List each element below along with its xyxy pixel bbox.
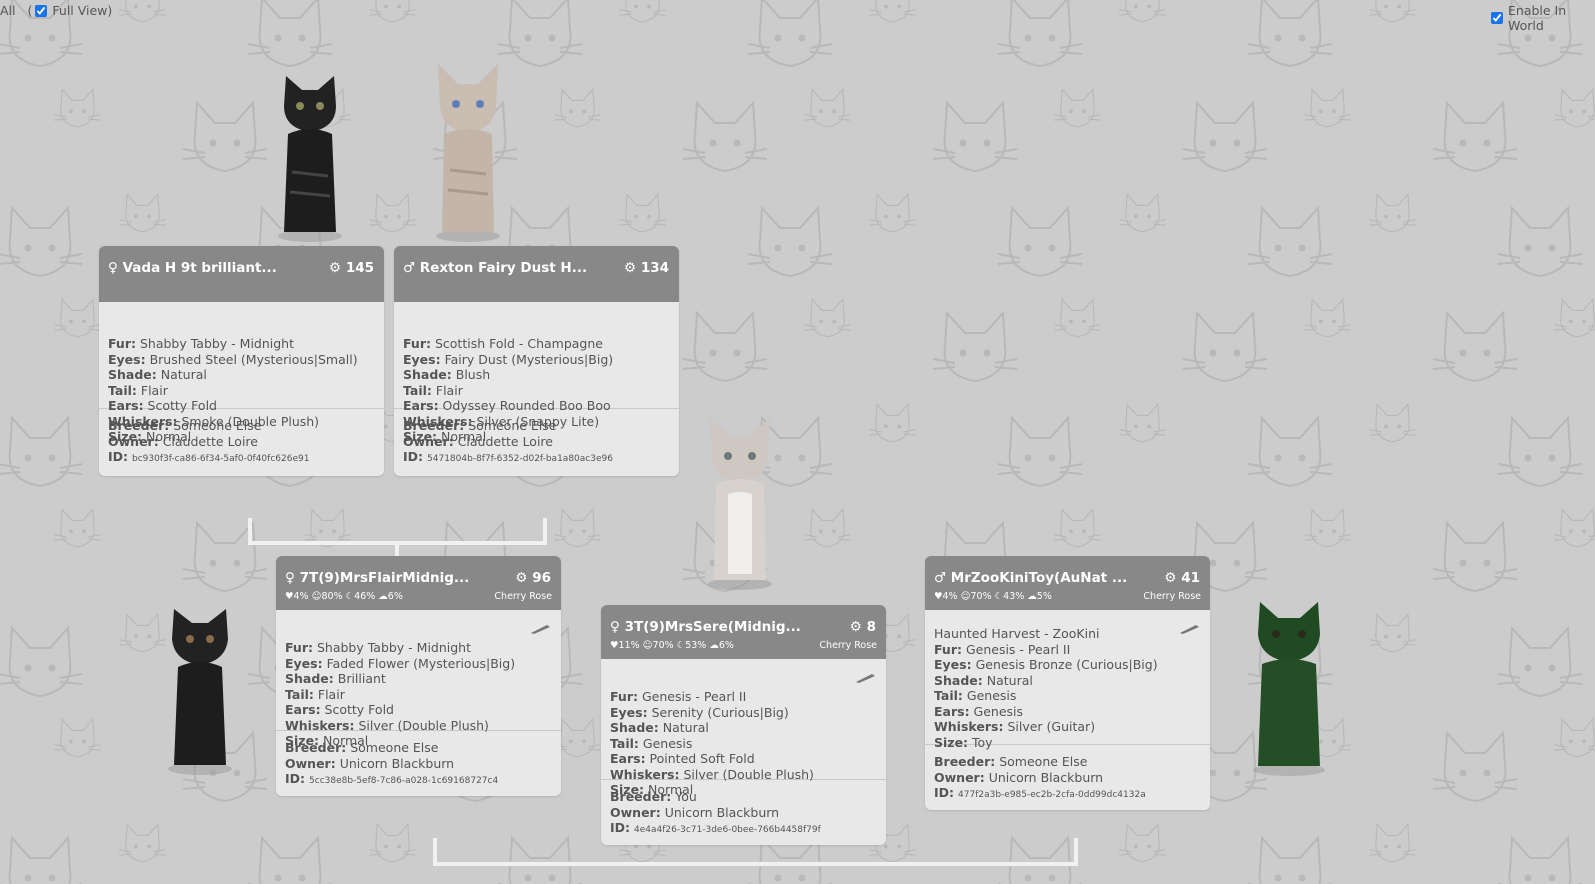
cat-name: ♀ 7T(9)MrsFlairMidnig...	[285, 570, 470, 586]
trait-size: Size: Toy	[934, 734, 993, 750]
show-all-label: All	[0, 3, 16, 18]
generation-count: ⚙ 145	[329, 260, 374, 276]
open-paren: (	[27, 3, 33, 18]
trait-ears: Ears: Scotty Fold	[108, 398, 217, 413]
trait-fur: Fur: Genesis - Pearl II	[610, 689, 747, 704]
trait-tail: Tail: Flair	[285, 686, 345, 702]
cat-traits: Haunted Harvest - ZooKini Fur: Genesis - …	[925, 610, 1210, 750]
full-view-checkbox[interactable]	[35, 4, 48, 17]
cat-id: ID: 4e4a4f26-3c71-3de6-0bee-766b4458f79f	[610, 820, 821, 835]
edit-pencil-icon[interactable]	[529, 624, 551, 634]
trait-whiskers: Whiskers: Smoke (Double Plush)	[108, 413, 320, 429]
cat-avatar-pearl[interactable]	[700, 414, 780, 592]
trait-size: Size: Normal	[108, 429, 192, 444]
generation-count: ⚙ 8	[849, 619, 876, 635]
trait-ears: Ears: Scotty Fold	[285, 702, 394, 717]
cat-id: ID: bc930f3f-ca86-6f34-5af0-0f40fc626e91	[108, 449, 310, 464]
trait-shade: Shade: Natural	[934, 672, 1033, 688]
trait-eyes: Eyes: Fairy Dust (Mysterious|Big)	[403, 351, 614, 367]
edit-pencil-icon[interactable]	[1178, 624, 1200, 634]
generation-count: ⚙ 41	[1164, 570, 1200, 586]
trait-shade: Shade: Natural	[610, 720, 709, 735]
cat-name: ♀ Vada H 9t brilliant...	[108, 260, 277, 276]
cat-traits: Fur: Scottish Fold - Champagne Eyes: Fair…	[394, 302, 679, 444]
cat-name: ♂ Rexton Fairy Dust H...	[403, 260, 588, 276]
cat-traits: Fur: Shabby Tabby - Midnight Eyes: Faded …	[276, 610, 561, 748]
cat-id: ID: 5cc38e8b-5ef8-7c86-a028-1c69168727c4	[285, 771, 499, 786]
cat-card[interactable]: ♀ Vada H 9t brilliant... ⚙ 145 Fur: Shabb…	[99, 246, 384, 476]
cat-card[interactable]: ♂ MrZooKiniToy(AuNat ... ⚙ 41 ♥4% ☺70% ☾4…	[925, 556, 1210, 810]
trait-eyes: Eyes: Faded Flower (Mysterious|Big)	[285, 655, 516, 671]
trait-whiskers: Whiskers: Silver (Double Plush)	[285, 717, 489, 733]
trait-fur: Fur: Shabby Tabby - Midnight	[108, 336, 295, 351]
farm-name: Cherry Rose	[819, 640, 877, 651]
trait-whiskers: Whiskers: Silver (Snappy Lite)	[403, 413, 600, 429]
trait-size: Size: Normal	[610, 782, 694, 797]
tree-connector	[433, 862, 1078, 866]
cat-traits: Fur: Shabby Tabby - Midnight Eyes: Brushe…	[99, 302, 384, 444]
farm-name: Cherry Rose	[494, 591, 552, 602]
cat-card-header[interactable]: ♀ 3T(9)MrsSere(Midnig... ⚙ 8 ♥11% ☺70% ☾5…	[601, 605, 886, 659]
trait-tail: Tail: Flair	[403, 382, 463, 398]
trait-ears: Ears: Pointed Soft Fold	[610, 751, 755, 766]
cat-ownership: Breeder: Someone Else Owner: Unicorn Bla…	[925, 744, 1210, 810]
tree-connector	[1074, 838, 1078, 864]
cat-card-header[interactable]: ♂ MrZooKiniToy(AuNat ... ⚙ 41 ♥4% ☺70% ☾4…	[925, 556, 1210, 610]
trait-eyes: Eyes: Serenity (Curious|Big)	[610, 704, 789, 720]
cat-card[interactable]: ♀ 3T(9)MrsSere(Midnig... ⚙ 8 ♥11% ☺70% ☾5…	[601, 605, 886, 845]
cat-card-header[interactable]: ♀ 7T(9)MrsFlairMidnig... ⚙ 96 ♥4% ☺80% ☾4…	[276, 556, 561, 610]
cat-card[interactable]: ♂ Rexton Fairy Dust H... ⚙ 134 Fur: Scott…	[394, 246, 679, 476]
cat-card-header[interactable]: ♂ Rexton Fairy Dust H... ⚙ 134	[394, 246, 679, 302]
trait-shade: Shade: Brilliant	[285, 671, 386, 686]
edit-pencil-icon[interactable]	[854, 673, 876, 683]
trait-fur: Fur: Shabby Tabby - Midnight	[285, 640, 472, 655]
cat-stats: ♥11% ☺70% ☾53% ☁6%	[610, 640, 734, 651]
cat-collection: Haunted Harvest - ZooKini	[934, 626, 1100, 641]
trait-fur: Fur: Genesis - Pearl II	[934, 641, 1071, 657]
cat-avatar-champagne[interactable]	[428, 60, 508, 244]
cat-id: ID: 5471804b-8f7f-6352-d02f-ba1a80ac3e96	[403, 449, 613, 464]
cat-traits: Fur: Genesis - Pearl II Eyes: Serenity (C…	[601, 659, 886, 797]
trait-tail: Tail: Genesis	[610, 735, 693, 751]
cat-avatar-green[interactable]	[1244, 598, 1334, 778]
trait-fur: Fur: Scottish Fold - Champagne	[403, 336, 603, 351]
cat-card-header[interactable]: ♀ Vada H 9t brilliant... ⚙ 145	[99, 246, 384, 302]
owner: Owner: Unicorn Blackburn	[934, 769, 1104, 785]
trait-tail: Tail: Flair	[108, 382, 168, 398]
owner: Owner: Unicorn Blackburn	[285, 755, 455, 771]
trait-eyes: Eyes: Genesis Bronze (Curious|Big)	[934, 657, 1158, 672]
show-all-toggle[interactable]: All ( Full View)	[0, 3, 112, 18]
farm-name: Cherry Rose	[1143, 591, 1201, 602]
trait-size: Size: Normal	[285, 733, 369, 748]
cat-avatar-black[interactable]	[270, 72, 350, 244]
trait-ears: Ears: Odyssey Rounded Boo Boo	[403, 398, 611, 413]
trait-tail: Tail: Genesis	[934, 688, 1017, 703]
cat-card[interactable]: ♀ 7T(9)MrsFlairMidnig... ⚙ 96 ♥4% ☺80% ☾4…	[276, 556, 561, 796]
owner: Owner: Unicorn Blackburn	[610, 804, 780, 820]
cat-avatar-black-2[interactable]	[160, 605, 240, 777]
trait-eyes: Eyes: Brushed Steel (Mysterious|Small)	[108, 351, 358, 367]
trait-whiskers: Whiskers: Silver (Guitar)	[934, 719, 1096, 734]
enable-in-world-toggle[interactable]: Enable In World	[1491, 3, 1595, 33]
trait-size: Size: Normal	[403, 429, 487, 444]
enable-in-world-label: Enable In World	[1508, 3, 1567, 33]
full-view-label: Full View)	[52, 3, 113, 18]
cat-id: ID: 477f2a3b-e985-ec2b-2cfa-0dd99dc4132a	[934, 785, 1146, 800]
trait-shade: Shade: Blush	[403, 367, 491, 382]
trait-shade: Shade: Natural	[108, 367, 207, 382]
cat-stats: ♥4% ☺80% ☾46% ☁6%	[285, 591, 403, 602]
trait-ears: Ears: Genesis	[934, 703, 1024, 719]
generation-count: ⚙ 134	[624, 260, 669, 276]
breeder: Breeder: Someone Else	[934, 754, 1088, 769]
trait-whiskers: Whiskers: Silver (Double Plush)	[610, 766, 814, 782]
cat-name: ♀ 3T(9)MrsSere(Midnig...	[610, 619, 801, 635]
cat-stats: ♥4% ☺70% ☾43% ☁5%	[934, 591, 1052, 602]
enable-in-world-checkbox[interactable]	[1491, 12, 1503, 24]
generation-count: ⚙ 96	[515, 570, 551, 586]
cat-name: ♂ MrZooKiniToy(AuNat ...	[934, 570, 1128, 586]
tree-connector	[433, 838, 437, 864]
